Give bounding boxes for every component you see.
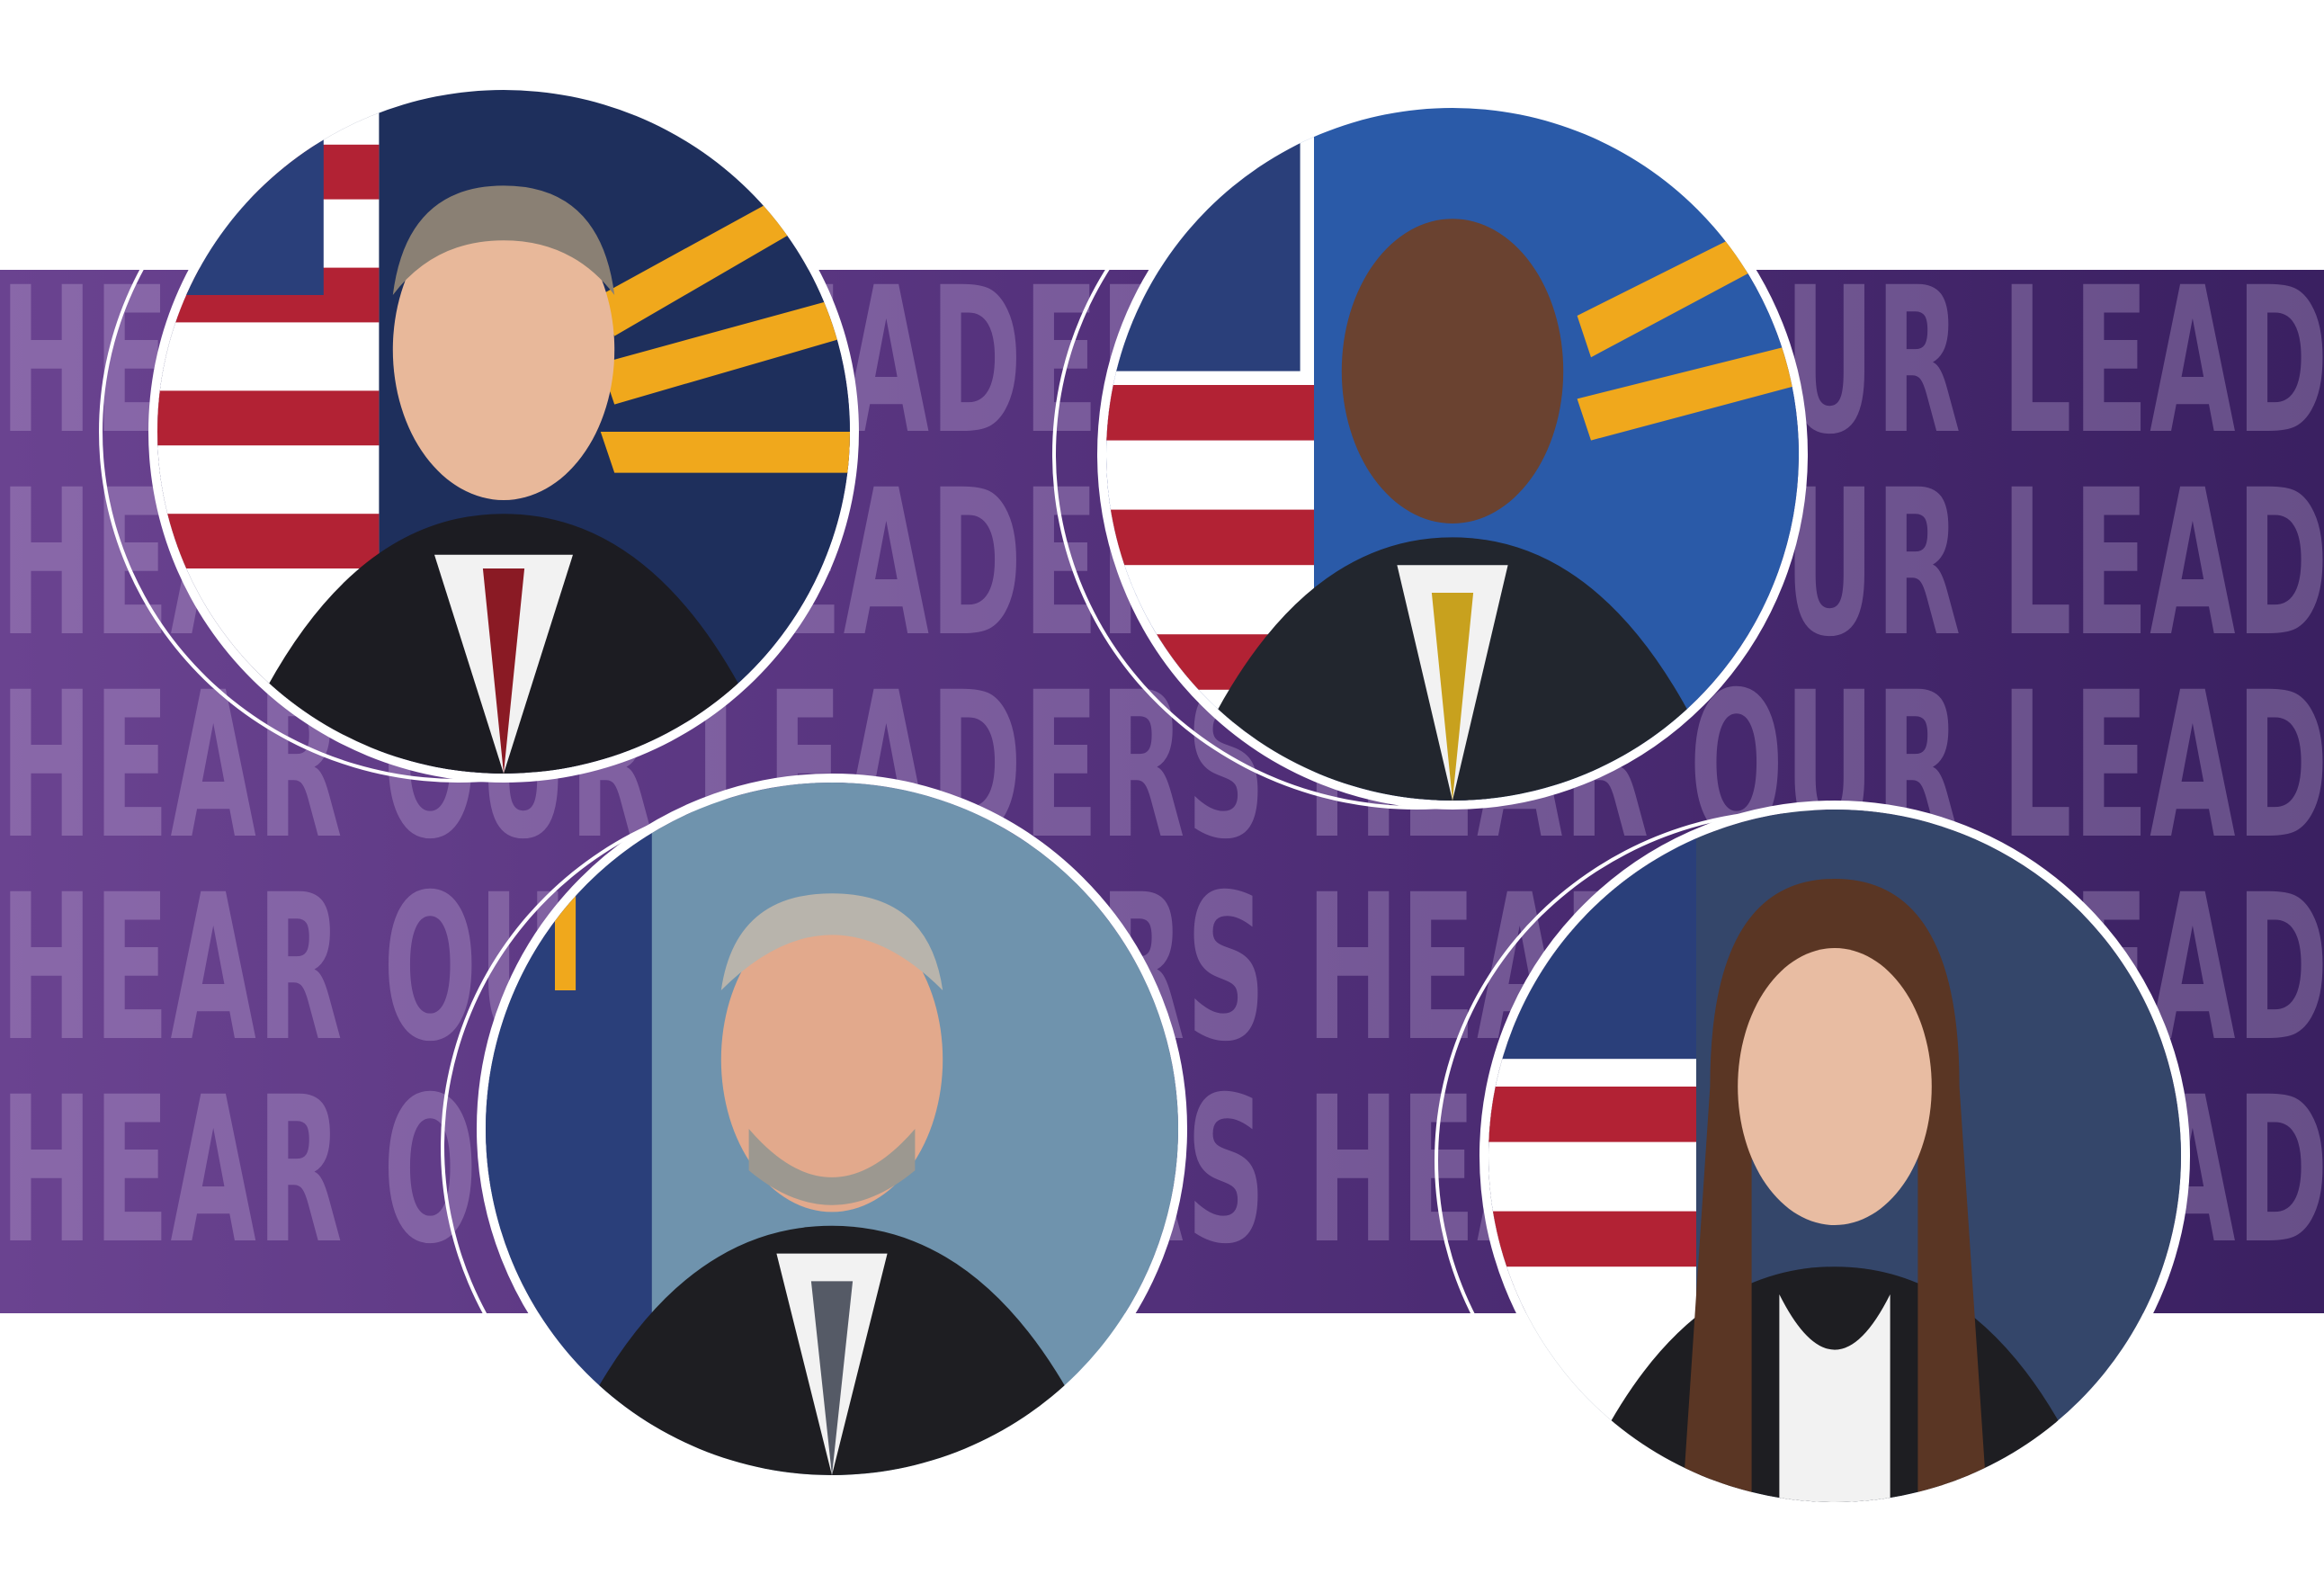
leader-portrait-1: [148, 81, 859, 783]
leader-portrait-3: [477, 774, 1187, 1484]
leader-portrait-2: [1097, 99, 1808, 810]
leader-portrait-4: [1479, 801, 2190, 1511]
